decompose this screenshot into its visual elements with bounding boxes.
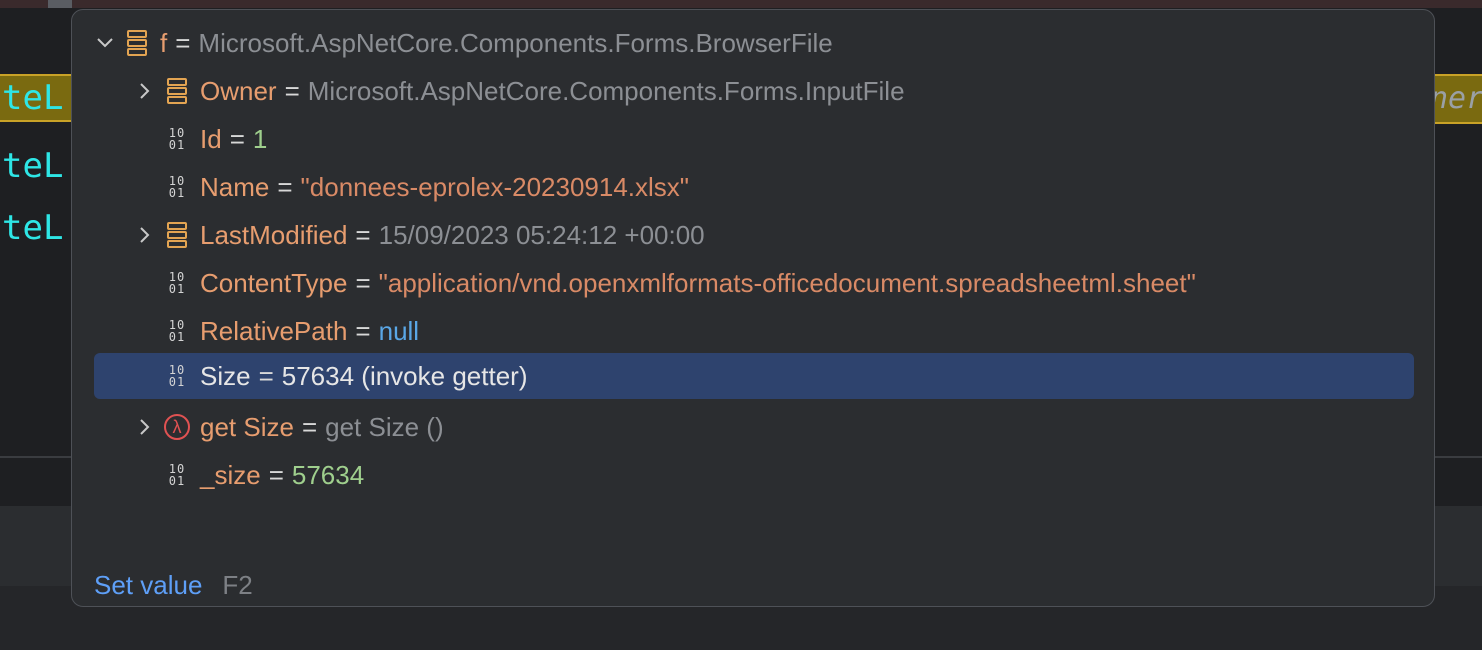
field-name: LastModified [200,219,348,250]
field-value: 57634 [291,459,365,490]
equals-sign: = [268,459,284,490]
tree-row-name[interactable]: 10 01 Name = "donnees-eprolex-20230914.xl… [130,164,1434,210]
equals-sign: = [229,123,245,154]
equals-sign: = [355,315,371,346]
chevron-right-icon[interactable] [130,68,160,114]
object-icon [120,20,154,66]
primitive-field-icon: 10 01 [168,363,186,389]
tree-root-row[interactable]: f = Microsoft.AspNetCore.Components.Form… [90,20,1410,66]
tree-row-contenttype[interactable]: 10 01 ContentType = "application/vnd.open… [130,260,1434,306]
primitive-field-icon: 10 01 [168,318,186,344]
object-icon [160,68,194,114]
tree-row-lastmodified[interactable]: LastModified = 15/09/2023 05:24:12 +00:0… [130,212,1434,258]
equals-sign: = [355,267,371,298]
lambda-icon: λ [160,404,194,450]
popup-footer: Set value F2 [94,568,253,602]
set-value-link[interactable]: Set value [94,570,202,601]
code-fragment-right[interactable]: ner [1430,74,1482,124]
code-line[interactable]: teL [0,206,63,250]
field-name: _size [200,459,261,490]
equals-sign: = [355,219,371,250]
shortcut-hint: F2 [222,569,253,600]
tree-row-owner[interactable]: Owner = Microsoft.AspNetCore.Components.… [130,68,1434,114]
equals-sign: = [258,360,274,391]
field-value: Microsoft.AspNetCore.Components.Forms.In… [307,75,905,106]
chevron-right-icon[interactable] [130,212,160,258]
tree-row-get-size[interactable]: λ get Size = get Size () [130,404,1434,450]
field-name: ContentType [200,267,348,298]
field-value: 1 [252,123,268,154]
field-value: "donnees-eprolex-20230914.xlsx" [300,171,690,202]
tree-row-id[interactable]: 10 01 Id = 1 [130,116,1434,162]
code-line[interactable]: teL [0,144,63,188]
tree-row-size-selected[interactable]: 10 01 Size = 57634 (invoke getter) [94,353,1414,399]
debugger-inspection-popup[interactable]: f = Microsoft.AspNetCore.Components.Form… [71,9,1435,607]
primitive-field-icon: 10 01 [168,174,186,200]
field-name: Size [200,360,251,391]
chevron-down-icon[interactable] [90,20,120,66]
object-icon [160,212,194,258]
tree-row-underscore-size[interactable]: 10 01 _size = 57634 [130,452,1434,498]
equals-sign: = [284,75,300,106]
variable-name: f [160,27,168,58]
field-value: 15/09/2023 05:24:12 +00:00 [378,219,705,250]
primitive-field-icon: 10 01 [168,270,186,296]
primitive-field-icon: 10 01 [168,126,186,152]
field-value[interactable]: 57634 (invoke getter) [282,361,528,392]
field-value: "application/vnd.openxmlformats-officedo… [378,267,1196,298]
variable-value: Microsoft.AspNetCore.Components.Forms.Br… [198,27,833,58]
primitive-field-icon: 10 01 [168,462,186,488]
tree-row-relativepath[interactable]: 10 01 RelativePath = null [130,308,1434,354]
chevron-right-icon[interactable] [130,404,160,450]
editor-top-strip [0,0,1482,8]
equals-sign: = [175,27,191,58]
field-name: Owner [200,75,277,106]
field-value: get Size () [325,411,444,442]
field-name: RelativePath [200,315,348,346]
field-name: get Size [200,411,294,442]
field-name: Id [200,123,222,154]
equals-sign: = [301,411,318,442]
code-line-highlighted[interactable]: teL [0,74,74,122]
field-value: null [378,315,420,346]
field-name: Name [200,171,270,202]
equals-sign: = [277,171,293,202]
